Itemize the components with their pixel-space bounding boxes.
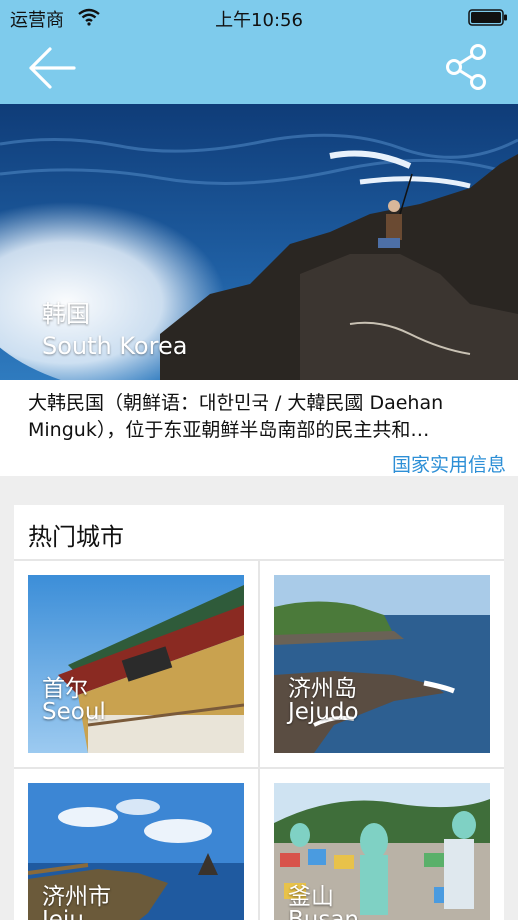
back-arrow-icon[interactable]: [26, 44, 78, 92]
city-name-en: Busan: [288, 907, 360, 920]
city-tile-seoul[interactable]: 首尔 Seoul: [28, 575, 244, 753]
city-name: 济州岛: [288, 676, 357, 702]
city-image-jejudo: [274, 575, 490, 753]
share-icon[interactable]: [444, 42, 488, 92]
nav-bar: [0, 34, 518, 104]
divider: [258, 561, 260, 920]
city-tile-jejudo[interactable]: 济州岛 Jejudo: [274, 575, 490, 753]
hero-banner[interactable]: 韩国 South Korea: [0, 104, 518, 380]
city-name-en: Seoul: [42, 699, 106, 725]
city-name: 济州市: [42, 884, 111, 910]
city-name: 首尔: [42, 676, 88, 702]
hero-subtitle: South Korea: [42, 332, 188, 360]
city-tile-jeju[interactable]: 济州市 Jeju: [28, 783, 244, 920]
hero-title: 韩国: [42, 300, 90, 328]
hot-cities-card: 热门城市 首尔 Seoul 济州岛 Jejudo 济州市 Jeju 釜山 Bus…: [14, 505, 504, 920]
intro-text[interactable]: 大韩民国（朝鲜语：대한민국 / 大韓民國 Daehan Minguk），位于东亚…: [28, 390, 498, 444]
hot-cities-title: 热门城市: [28, 523, 124, 551]
city-image-seoul: [28, 575, 244, 753]
status-time: 上午10:56: [215, 10, 303, 31]
divider: [14, 767, 504, 769]
battery-icon: [468, 9, 507, 26]
country-intro: 大韩民国（朝鲜语：대한민국 / 大韓民國 Daehan Minguk），位于东亚…: [0, 380, 518, 476]
city-tile-busan[interactable]: 釜山 Busan: [274, 783, 490, 920]
city-name-en: Jeju: [42, 907, 84, 920]
city-name: 釜山: [288, 884, 334, 910]
status-bar: 运营商 上午10:56: [0, 0, 518, 34]
city-name-en: Jejudo: [288, 699, 359, 725]
country-info-link[interactable]: 国家实用信息: [392, 450, 506, 477]
